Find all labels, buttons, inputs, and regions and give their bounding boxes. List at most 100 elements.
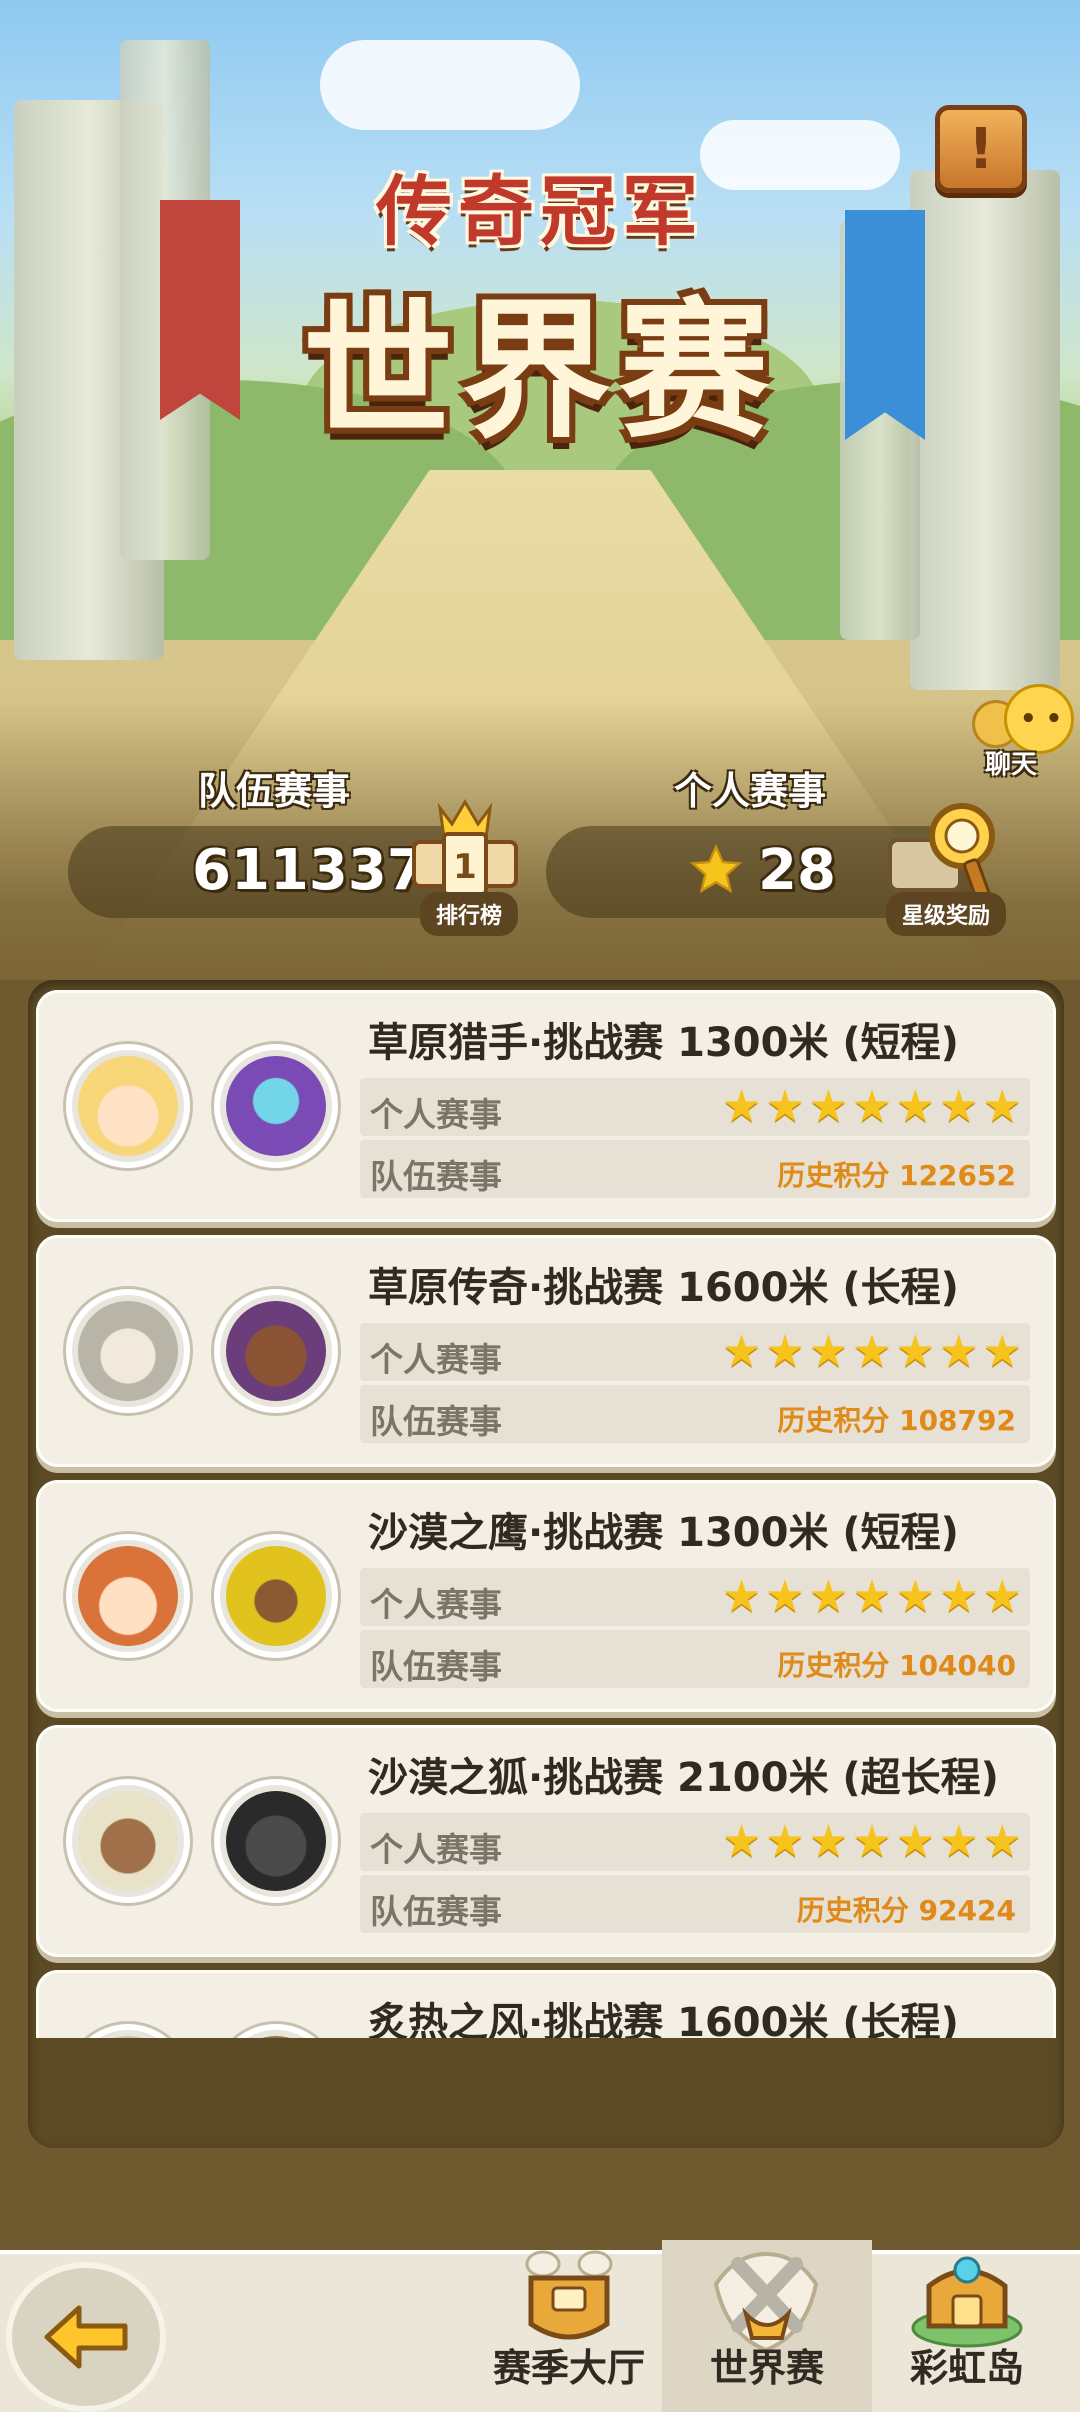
rider-avatar xyxy=(66,1044,190,1168)
star-icon: ★ xyxy=(808,1326,849,1377)
star-icon: ★ xyxy=(939,1816,979,1867)
mount-avatar xyxy=(214,1534,338,1658)
nav-season-hall-label: 赛季大厅 xyxy=(492,2346,645,2390)
race-title: 草原传奇·挑战赛 1600米 (长程) xyxy=(368,1265,959,1311)
rider-portrait xyxy=(78,2036,178,2038)
star-rating: ★ ★ ★ ★ ★ ★ ★ xyxy=(722,1329,1022,1375)
star-icon: ★ xyxy=(765,1081,805,1132)
personal-row: 个人赛事 ★ ★ ★ ★ ★ ★ ★ xyxy=(360,1323,1030,1381)
race-card[interactable]: 沙漠之狐·挑战赛 2100米 (超长程) 个人赛事 ★ ★ ★ ★ ★ ★ ★ 队伍赛事 历… xyxy=(36,1725,1056,1957)
nav-world-race[interactable]: 世界赛 xyxy=(662,2240,872,2412)
mount-portrait xyxy=(226,1301,326,1401)
star-icon: ★ xyxy=(895,1326,936,1377)
rider-avatar xyxy=(66,1289,190,1413)
rider-avatar xyxy=(66,1534,190,1658)
personal-stars-value: 28 xyxy=(758,838,836,903)
personal-label: 个人赛事 xyxy=(370,1340,502,1379)
scroll-exclamation-icon[interactable]: ! xyxy=(935,105,1027,193)
rider-avatar xyxy=(66,1779,190,1903)
star-icon: ★ xyxy=(765,1571,805,1622)
mount-avatar xyxy=(214,1289,338,1413)
chat-label[interactable]: 聊天 xyxy=(985,744,1037,781)
nav-world-race-label: 世界赛 xyxy=(709,2346,824,2390)
race-title: 沙漠之狐·挑战赛 2100米 (超长程) xyxy=(368,1755,999,1801)
nav-rainbow-island[interactable]: 彩虹岛 xyxy=(862,2240,1072,2412)
rider-portrait xyxy=(78,1301,178,1401)
race-card[interactable]: 炙热之风·挑战赛 1600米 (长程) xyxy=(36,1970,1056,2038)
star-icon: ★ xyxy=(895,1816,936,1867)
race-card[interactable]: 草原传奇·挑战赛 1600米 (长程) 个人赛事 ★ ★ ★ ★ ★ ★ ★ 队伍赛事 历史… xyxy=(36,1235,1056,1467)
star-rewards-button[interactable]: 星级奖励 xyxy=(886,892,1007,936)
mount-avatar xyxy=(214,1044,338,1168)
team-row: 队伍赛事 历史积分 122652 xyxy=(360,1140,1030,1198)
race-card[interactable]: 草原猎手·挑战赛 1300米 (短程) 个人赛事 ★ ★ ★ ★ ★ ★ ★ 队伍赛事 历史… xyxy=(36,990,1056,1222)
personal-label: 个人赛事 xyxy=(370,1095,502,1134)
star-icon: ★ xyxy=(895,1571,936,1622)
history-score: 历史积分 122652 xyxy=(777,1159,1016,1192)
race-card[interactable]: 沙漠之鹰·挑战赛 1300米 (短程) 个人赛事 ★ ★ ★ ★ ★ ★ ★ 队伍赛事 历史… xyxy=(36,1480,1056,1712)
star-icon: ★ xyxy=(765,1326,805,1377)
star-icon: ★ xyxy=(895,1081,936,1132)
star-icon xyxy=(689,843,743,894)
star-icon: ★ xyxy=(765,1816,805,1867)
team-label: 队伍赛事 xyxy=(370,1892,502,1931)
rider-portrait xyxy=(78,1056,178,1156)
rider-portrait xyxy=(78,1791,178,1891)
personal-stat-title: 个人赛事 xyxy=(674,769,827,813)
rider-avatar xyxy=(66,2024,190,2038)
team-score-value: 611337 xyxy=(192,838,426,903)
star-icon: ★ xyxy=(982,1816,1022,1867)
mount-portrait xyxy=(226,2036,326,2038)
race-list[interactable]: 草原猎手·挑战赛 1300米 (短程) 个人赛事 ★ ★ ★ ★ ★ ★ ★ 队伍赛事 历史… xyxy=(36,988,1056,2038)
star-icon: ★ xyxy=(721,1326,762,1377)
personal-row: 个人赛事 ★ ★ ★ ★ ★ ★ ★ xyxy=(360,1078,1030,1136)
team-stat-title: 队伍赛事 xyxy=(198,769,351,813)
rank-number: 1 xyxy=(453,847,477,887)
history-score: 历史积分 92424 xyxy=(796,1894,1016,1927)
personal-row: 个人赛事 ★ ★ ★ ★ ★ ★ ★ xyxy=(360,1813,1030,1871)
star-icon: ★ xyxy=(982,1571,1022,1622)
back-arrow-icon xyxy=(44,2305,128,2369)
mount-portrait xyxy=(226,1056,326,1156)
star-icon: ★ xyxy=(852,1816,892,1867)
star-icon: ★ xyxy=(808,1816,849,1867)
star-icon: ★ xyxy=(721,1816,762,1867)
history-score: 历史积分 104040 xyxy=(777,1649,1016,1682)
race-title: 草原猎手·挑战赛 1300米 (短程) xyxy=(368,1020,959,1066)
back-button[interactable] xyxy=(6,2262,166,2412)
team-row: 队伍赛事 历史积分 104040 xyxy=(360,1630,1030,1688)
star-icon: ★ xyxy=(852,1571,892,1622)
star-icon: ★ xyxy=(982,1081,1022,1132)
mount-avatar xyxy=(214,2024,338,2038)
personal-label: 个人赛事 xyxy=(370,1585,502,1624)
page-title: 世界赛 xyxy=(302,285,777,459)
star-icon: ★ xyxy=(721,1081,762,1132)
star-icon: ★ xyxy=(939,1326,979,1377)
star-icon: ★ xyxy=(982,1326,1022,1377)
nav-rainbow-island-label: 彩虹岛 xyxy=(909,2346,1024,2390)
race-title: 炙热之风·挑战赛 1600米 (长程) xyxy=(368,2000,959,2038)
star-rating: ★ ★ ★ ★ ★ ★ ★ xyxy=(722,1084,1022,1130)
team-label: 队伍赛事 xyxy=(370,1647,502,1686)
team-row: 队伍赛事 历史积分 92424 xyxy=(360,1875,1030,1933)
title-subtitle: 传奇冠军 xyxy=(376,167,704,256)
mount-portrait xyxy=(226,1791,326,1891)
nav-season-hall[interactable]: 赛季大厅 xyxy=(464,2240,674,2412)
star-icon: ★ xyxy=(808,1081,849,1132)
team-row: 队伍赛事 历史积分 108792 xyxy=(360,1385,1030,1443)
star-icon: ★ xyxy=(721,1571,762,1622)
mount-avatar xyxy=(214,1779,338,1903)
star-icon: ★ xyxy=(852,1081,892,1132)
star-icon: ★ xyxy=(852,1326,892,1377)
leaderboard-button[interactable]: 排行榜 xyxy=(420,892,519,936)
personal-label: 个人赛事 xyxy=(370,1830,502,1869)
rider-portrait xyxy=(78,1546,178,1646)
personal-row: 个人赛事 ★ ★ ★ ★ ★ ★ ★ xyxy=(360,1568,1030,1626)
star-rating: ★ ★ ★ ★ ★ ★ ★ xyxy=(722,1574,1022,1620)
star-rating: ★ ★ ★ ★ ★ ★ ★ xyxy=(722,1819,1022,1865)
race-title: 沙漠之鹰·挑战赛 1300米 (短程) xyxy=(368,1510,959,1556)
team-label: 队伍赛事 xyxy=(370,1157,502,1196)
star-icon: ★ xyxy=(939,1081,979,1132)
star-icon: ★ xyxy=(939,1571,979,1622)
team-label: 队伍赛事 xyxy=(370,1402,502,1441)
